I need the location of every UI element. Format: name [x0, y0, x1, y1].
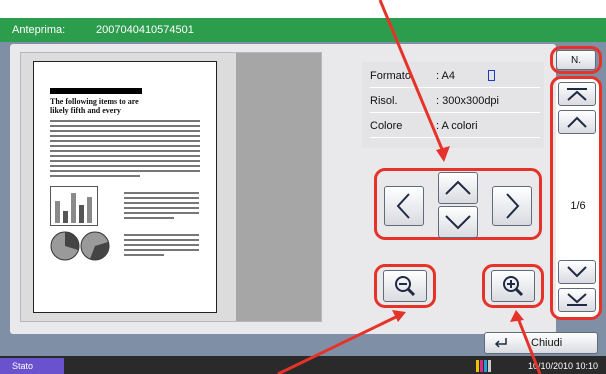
callout-lines [277, 0, 542, 374]
